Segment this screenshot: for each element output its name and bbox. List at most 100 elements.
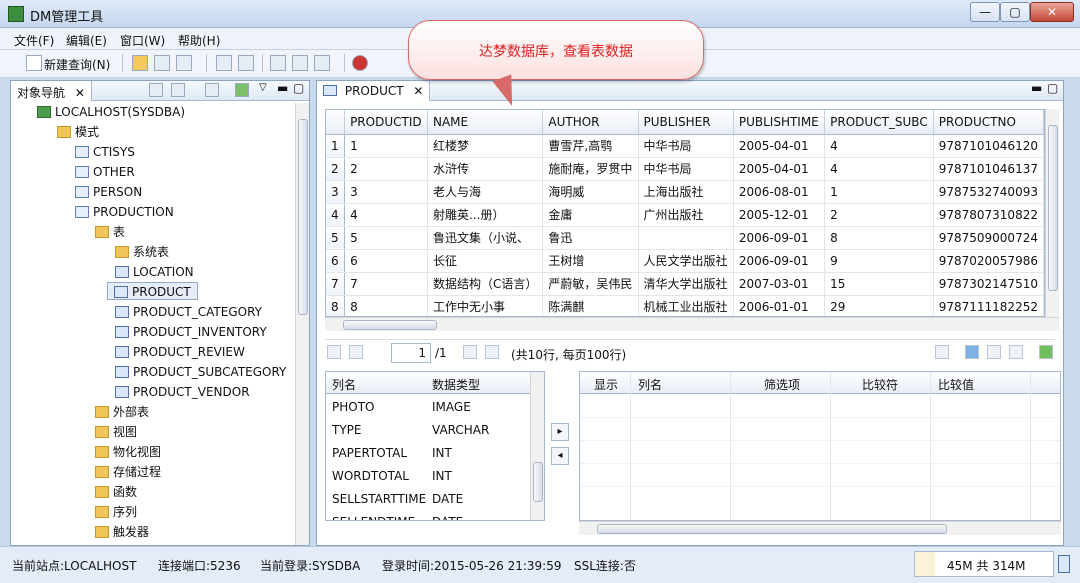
table-row[interactable]: 6 6 长征 王树增 人民文学出版社 2006-09-01 9 9787020057986 bbox=[326, 249, 1044, 273]
table-row[interactable]: 1 1 红楼梦 曹雪芹,高鹗 中华书局 2005-04-01 4 9787101046120 bbox=[326, 134, 1044, 158]
table-row[interactable]: 3 3 老人与海 海明威 上海出版社 2006-08-01 1 9787532740093 bbox=[326, 180, 1044, 204]
table-cell[interactable]: 2 bbox=[824, 203, 934, 227]
disconnect-icon[interactable] bbox=[171, 83, 185, 97]
tree-node-product-category[interactable]: PRODUCT_CATEGORY bbox=[115, 303, 262, 321]
table-row[interactable]: 4 4 射雕英...册） 金庸 广州出版社 2005-12-01 2 978780731082… bbox=[326, 203, 1044, 227]
menu-edit[interactable]: 编辑(E) bbox=[66, 32, 107, 49]
tree-node-product-inventory[interactable]: PRODUCT_INVENTORY bbox=[115, 323, 267, 341]
column-header[interactable]: PUBLISHER bbox=[638, 110, 734, 135]
grid-vertical-scrollbar[interactable] bbox=[1045, 109, 1059, 317]
tree-node-product-vendor[interactable]: PRODUCT_VENDOR bbox=[115, 383, 250, 401]
expand-icon[interactable] bbox=[235, 83, 249, 97]
tree-node-person[interactable]: PERSON bbox=[75, 183, 142, 201]
open-icon[interactable] bbox=[132, 55, 148, 71]
table-cell[interactable]: 7 bbox=[344, 272, 428, 296]
tree-node-location[interactable]: LOCATION bbox=[115, 263, 194, 281]
table-cell[interactable]: 红楼梦 bbox=[427, 134, 544, 158]
list-item[interactable]: WORDTOTAL INT bbox=[326, 465, 544, 488]
tree-node-system-tables[interactable]: 系统表 bbox=[115, 243, 169, 261]
table-row[interactable]: 2 2 水浒传 施耐庵，罗贯中 中华书局 2005-04-01 4 9787101046137 bbox=[326, 157, 1044, 181]
memory-indicator[interactable]: 45M 共 314M bbox=[914, 551, 1054, 577]
tree-node-tables-folder[interactable]: 表 bbox=[95, 223, 125, 241]
table-cell[interactable]: 中华书局 bbox=[638, 157, 734, 181]
table-cell[interactable]: 水浒传 bbox=[427, 157, 544, 181]
table-cell[interactable]: 上海出版社 bbox=[638, 180, 734, 204]
new-query-button[interactable]: 新建查询(N) bbox=[44, 56, 110, 73]
table-cell[interactable]: 5 bbox=[344, 226, 428, 250]
table-cell[interactable]: 鲁迅 bbox=[542, 226, 639, 250]
column-header[interactable]: PUBLISHTIME bbox=[733, 110, 826, 135]
tree-node-functions[interactable]: 函数 bbox=[95, 483, 137, 501]
tree-node-views[interactable]: 视图 bbox=[95, 423, 137, 441]
tree-node-other[interactable]: OTHER bbox=[75, 163, 135, 181]
tree-node-procedures[interactable]: 存储过程 bbox=[95, 463, 161, 481]
table-cell[interactable]: 9787302147510 bbox=[933, 272, 1044, 296]
table-cell[interactable]: 2 bbox=[344, 157, 428, 181]
table-cell[interactable]: 6 bbox=[344, 249, 428, 273]
move-left-button[interactable]: ◂ bbox=[551, 447, 569, 465]
table-cell[interactable]: 8 bbox=[344, 295, 428, 316]
minimize-editor-icon[interactable]: ▬ bbox=[1031, 81, 1042, 95]
close-button[interactable]: ✕ bbox=[1030, 2, 1074, 22]
table-row[interactable]: 7 7 数据结构（C语言） 严蔚敏，吴伟民 清华大学出版社 2007-03-01 15 978… bbox=[326, 272, 1044, 296]
close-tab-icon[interactable]: ✕ bbox=[75, 86, 85, 100]
table-cell[interactable]: 老人与海 bbox=[427, 180, 544, 204]
tree-node-server[interactable]: LOCALHOST(SYSDBA) bbox=[37, 103, 185, 121]
table-cell[interactable]: 2006-01-01 bbox=[733, 295, 826, 316]
table-row[interactable]: 5 5 鲁迅文集（小说、 鲁迅 2006-09-01 8 9787509000724 bbox=[326, 226, 1044, 250]
tree-node-ctisys[interactable]: CTISYS bbox=[75, 143, 135, 161]
row-header-cell[interactable]: 3 bbox=[326, 180, 346, 204]
row-header-cell[interactable]: 7 bbox=[326, 272, 346, 296]
tab-object-navigator[interactable]: 对象导航 ✕ bbox=[11, 81, 92, 101]
maximize-button[interactable]: ▢ bbox=[1000, 2, 1030, 22]
tab-product[interactable]: PRODUCT ✕ bbox=[317, 81, 431, 101]
redo-icon[interactable] bbox=[238, 55, 254, 71]
table-cell[interactable]: 4 bbox=[824, 157, 934, 181]
maximize-view-icon[interactable]: ▢ bbox=[293, 81, 304, 95]
table-cell[interactable]: 9787101046120 bbox=[933, 134, 1044, 158]
list-item[interactable]: PHOTO IMAGE bbox=[326, 396, 544, 419]
prev-page-button[interactable] bbox=[349, 345, 363, 359]
table-cell[interactable]: 金庸 bbox=[542, 203, 639, 227]
table-cell[interactable]: 29 bbox=[824, 295, 934, 316]
apply-filter-icon[interactable] bbox=[1009, 345, 1023, 359]
table-cell[interactable]: 3 bbox=[344, 180, 428, 204]
maximize-editor-icon[interactable]: ▢ bbox=[1047, 81, 1058, 95]
page-input[interactable]: 1 bbox=[391, 343, 431, 363]
undo-icon[interactable] bbox=[216, 55, 232, 71]
table-cell[interactable]: 严蔚敏，吴伟民 bbox=[542, 272, 639, 296]
tree-node-product[interactable]: PRODUCT bbox=[107, 282, 198, 300]
tree-node-product-subcategory[interactable]: PRODUCT_SUBCATEGORY bbox=[115, 363, 286, 381]
tree-node-production[interactable]: PRODUCTION bbox=[75, 203, 174, 221]
table-cell[interactable]: 人民文学出版社 bbox=[638, 249, 734, 273]
first-page-button[interactable] bbox=[327, 345, 341, 359]
row-header-cell[interactable]: 2 bbox=[326, 157, 346, 181]
copy-icon[interactable] bbox=[292, 55, 308, 71]
table-cell[interactable]: 9 bbox=[824, 249, 934, 273]
table-cell[interactable]: 鲁迅文集（小说、 bbox=[427, 226, 544, 250]
table-cell[interactable]: 射雕英...册） bbox=[427, 203, 544, 227]
paste-icon[interactable] bbox=[314, 55, 330, 71]
tree-node-product-review[interactable]: PRODUCT_REVIEW bbox=[115, 343, 245, 361]
refresh-icon[interactable] bbox=[205, 83, 219, 97]
table-cell[interactable]: 1 bbox=[344, 134, 428, 158]
table-cell[interactable]: 2005-04-01 bbox=[733, 134, 826, 158]
tree-node-sequences[interactable]: 序列 bbox=[95, 503, 137, 521]
table-cell[interactable]: 曹雪芹,高鹗 bbox=[542, 134, 639, 158]
table-cell[interactable]: 机械工业出版社 bbox=[638, 295, 734, 316]
column-header[interactable]: PRODUCTID bbox=[344, 110, 428, 135]
table-cell[interactable]: 2005-12-01 bbox=[733, 203, 826, 227]
list-item[interactable]: PAPERTOTAL INT bbox=[326, 442, 544, 465]
debug-bug-icon[interactable] bbox=[352, 55, 368, 71]
move-right-button[interactable]: ▸ bbox=[551, 423, 569, 441]
close-tab-icon[interactable]: ✕ bbox=[413, 84, 423, 98]
grid-hscroll-thumb[interactable] bbox=[343, 320, 437, 330]
table-cell[interactable]: 9787532740093 bbox=[933, 180, 1044, 204]
table-cell[interactable]: 中华书局 bbox=[638, 134, 734, 158]
minimize-view-icon[interactable]: ▬ bbox=[277, 81, 288, 95]
minimize-button[interactable]: — bbox=[970, 2, 1000, 22]
table-cell[interactable]: 2005-04-01 bbox=[733, 157, 826, 181]
list-item[interactable]: TYPE VARCHAR bbox=[326, 419, 544, 442]
table-cell[interactable]: 8 bbox=[824, 226, 934, 250]
table-cell[interactable]: 广州出版社 bbox=[638, 203, 734, 227]
